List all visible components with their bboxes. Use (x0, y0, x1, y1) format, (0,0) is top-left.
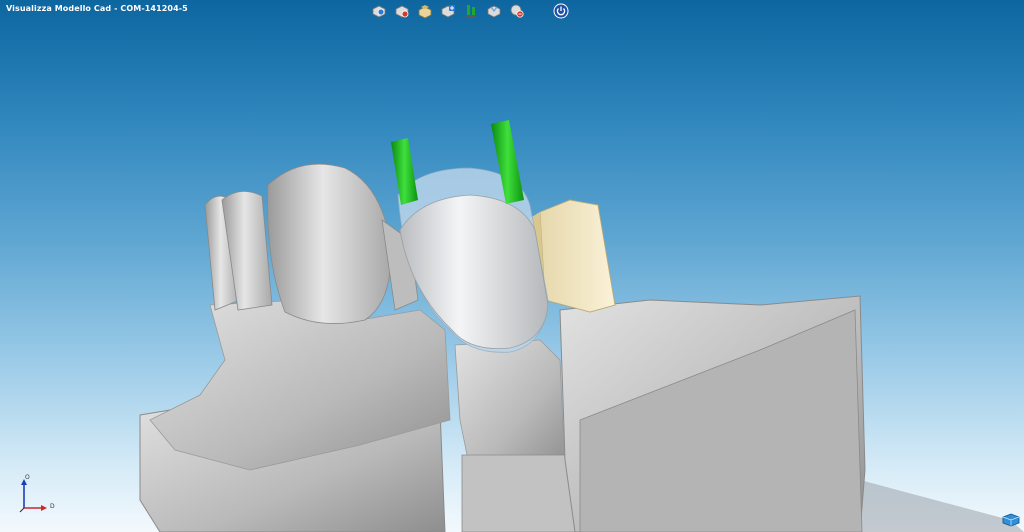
tooth-left-3 (267, 163, 392, 324)
axis-triad-icon (19, 479, 47, 513)
view-cube-icon (1002, 513, 1020, 527)
gum-center (454, 339, 566, 471)
axis-indicator: O D (14, 472, 58, 518)
wax-block (539, 199, 616, 313)
view-cube-button[interactable] (1002, 512, 1020, 527)
sprue-left (391, 138, 418, 205)
axis-label-vertical: O (25, 474, 30, 481)
floor-shadow (860, 480, 1024, 532)
axis-label-horizontal: D (50, 503, 55, 510)
cad-viewport[interactable] (0, 0, 1024, 532)
model-base-center (461, 454, 576, 532)
